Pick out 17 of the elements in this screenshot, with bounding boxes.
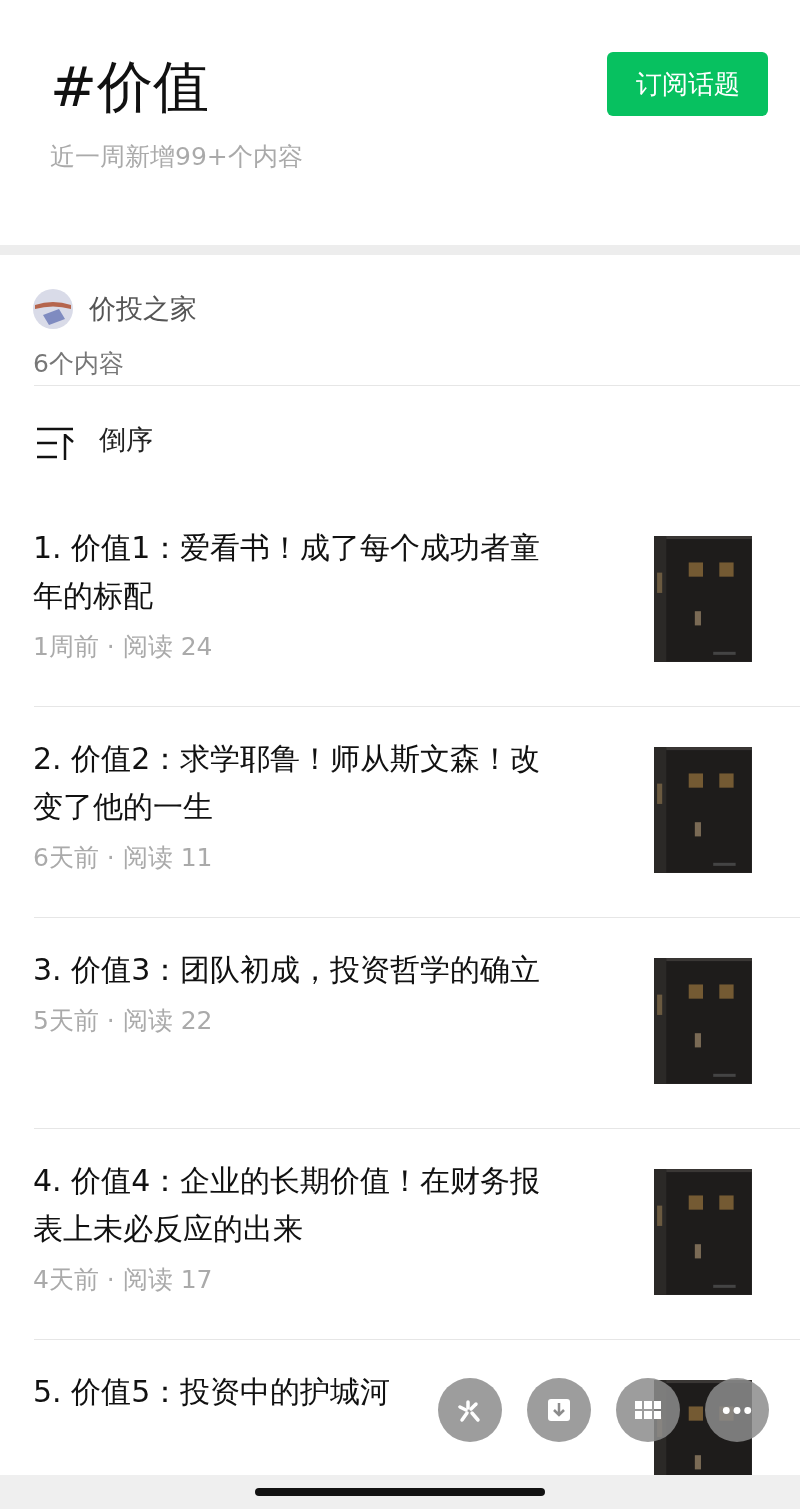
topic-title: #价值: [50, 53, 209, 121]
sort-icon[interactable]: [37, 426, 75, 460]
author-name[interactable]: 价投之家: [89, 291, 197, 327]
article-meta: 1周前 · 阅读 24: [33, 631, 214, 663]
article-title[interactable]: 5. 价值5：投资中的护城河: [33, 1368, 391, 1416]
article-meta: 6天前 · 阅读 11: [33, 842, 214, 874]
avatar[interactable]: [33, 289, 73, 329]
article-meta: 4天前 · 阅读 17: [33, 1264, 214, 1296]
article-title[interactable]: 2. 价值2：求学耶鲁！师从斯文森！改变了他的一生: [33, 735, 568, 831]
article-title[interactable]: 4. 价值4：企业的长期价值！在财务报表上未必反应的出来: [33, 1157, 568, 1253]
article-title[interactable]: 3. 价值3：团队初成，投资哲学的确立: [33, 946, 541, 994]
more-icon: [722, 1405, 752, 1415]
sort-toggle[interactable]: 倒序: [99, 422, 153, 458]
topic-subtitle: 近一周新增99+个内容: [50, 141, 303, 173]
content-count: 6个内容: [32, 348, 125, 380]
article-title[interactable]: 1. 价值1：爱看书！成了每个成功者童年的标配: [33, 524, 568, 620]
article-meta: 5天前 · 阅读 22: [33, 1005, 214, 1037]
